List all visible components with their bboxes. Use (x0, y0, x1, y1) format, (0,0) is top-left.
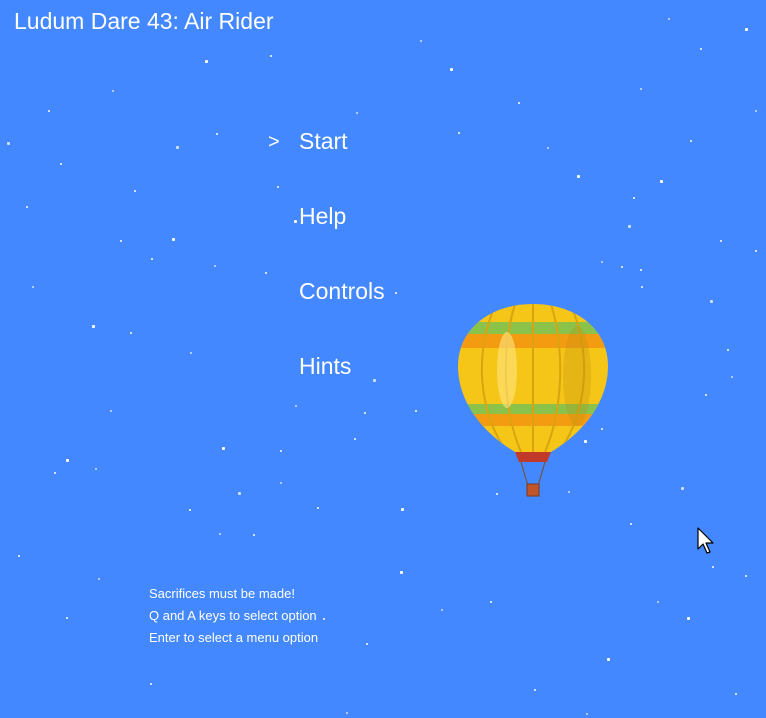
star (120, 240, 122, 242)
star (657, 601, 659, 603)
hot-air-balloon-sprite (458, 304, 608, 497)
star (607, 658, 610, 661)
star (745, 28, 748, 31)
star (66, 617, 68, 619)
star (60, 163, 62, 165)
star (294, 220, 297, 223)
star (354, 438, 356, 440)
star (92, 325, 95, 328)
star (458, 132, 460, 134)
star (577, 175, 580, 178)
star (586, 713, 588, 715)
star (450, 68, 453, 71)
star (700, 48, 702, 50)
star (681, 487, 684, 490)
star (295, 405, 297, 407)
star (98, 578, 100, 580)
star (727, 349, 729, 351)
game-title: Ludum Dare 43: Air Rider (14, 8, 274, 34)
star (238, 492, 241, 495)
star (95, 468, 97, 470)
star (547, 147, 549, 149)
star (705, 394, 707, 396)
instruction-line-keys: Q and A keys to select option (149, 608, 317, 623)
game-canvas[interactable]: Ludum Dare 43: Air Rider > Start Help Co… (0, 0, 766, 718)
star (687, 617, 690, 620)
star (621, 266, 623, 268)
star (253, 534, 255, 536)
star (7, 142, 10, 145)
star (373, 379, 376, 382)
star (270, 55, 272, 57)
menu-selection-cursor: > (268, 131, 280, 153)
star (265, 272, 267, 274)
star (346, 712, 348, 714)
star (280, 482, 282, 484)
menu-item-help[interactable]: Help (299, 202, 346, 230)
star (400, 571, 403, 574)
star (48, 110, 50, 112)
star (630, 523, 632, 525)
star (112, 90, 114, 92)
star (32, 286, 34, 288)
star (415, 410, 417, 412)
star (189, 509, 191, 511)
star (601, 261, 603, 263)
star (277, 186, 279, 188)
star (219, 533, 221, 535)
star (720, 240, 722, 242)
star (151, 258, 153, 260)
star (745, 575, 747, 577)
star (712, 566, 714, 568)
star (441, 609, 443, 611)
star (364, 412, 366, 414)
star (214, 265, 216, 267)
star (280, 450, 282, 452)
star (323, 618, 325, 620)
star (755, 250, 757, 252)
star (640, 88, 642, 90)
mouse-cursor-icon (697, 527, 714, 554)
star (222, 447, 225, 450)
star (534, 689, 536, 691)
star (366, 643, 368, 645)
star (518, 102, 520, 104)
star (633, 197, 635, 199)
star (668, 18, 670, 20)
starfield-background (0, 0, 766, 718)
star (26, 206, 28, 208)
star (755, 110, 757, 112)
star (66, 459, 69, 462)
star (731, 376, 733, 378)
star (172, 238, 175, 241)
star (401, 508, 404, 511)
menu-item-hints[interactable]: Hints (299, 352, 351, 380)
star (190, 352, 192, 354)
star (735, 693, 737, 695)
star (216, 133, 218, 135)
menu-item-start[interactable]: Start (299, 127, 348, 155)
star (640, 269, 642, 271)
star (628, 225, 631, 228)
star (54, 472, 56, 474)
star (641, 286, 643, 288)
star (660, 180, 663, 183)
star (110, 410, 112, 412)
star (356, 112, 358, 114)
star (690, 140, 692, 142)
star (134, 190, 136, 192)
star (176, 146, 179, 149)
star (420, 40, 422, 42)
menu-item-controls[interactable]: Controls (299, 277, 385, 305)
star (205, 60, 208, 63)
star (710, 300, 713, 303)
star (150, 683, 152, 685)
star (18, 555, 20, 557)
star (395, 292, 397, 294)
star (490, 601, 492, 603)
instruction-line-enter: Enter to select a menu option (149, 630, 319, 645)
star (317, 507, 319, 509)
star (130, 332, 132, 334)
instruction-line-sacrifices: Sacrifices must be made! (149, 586, 295, 601)
